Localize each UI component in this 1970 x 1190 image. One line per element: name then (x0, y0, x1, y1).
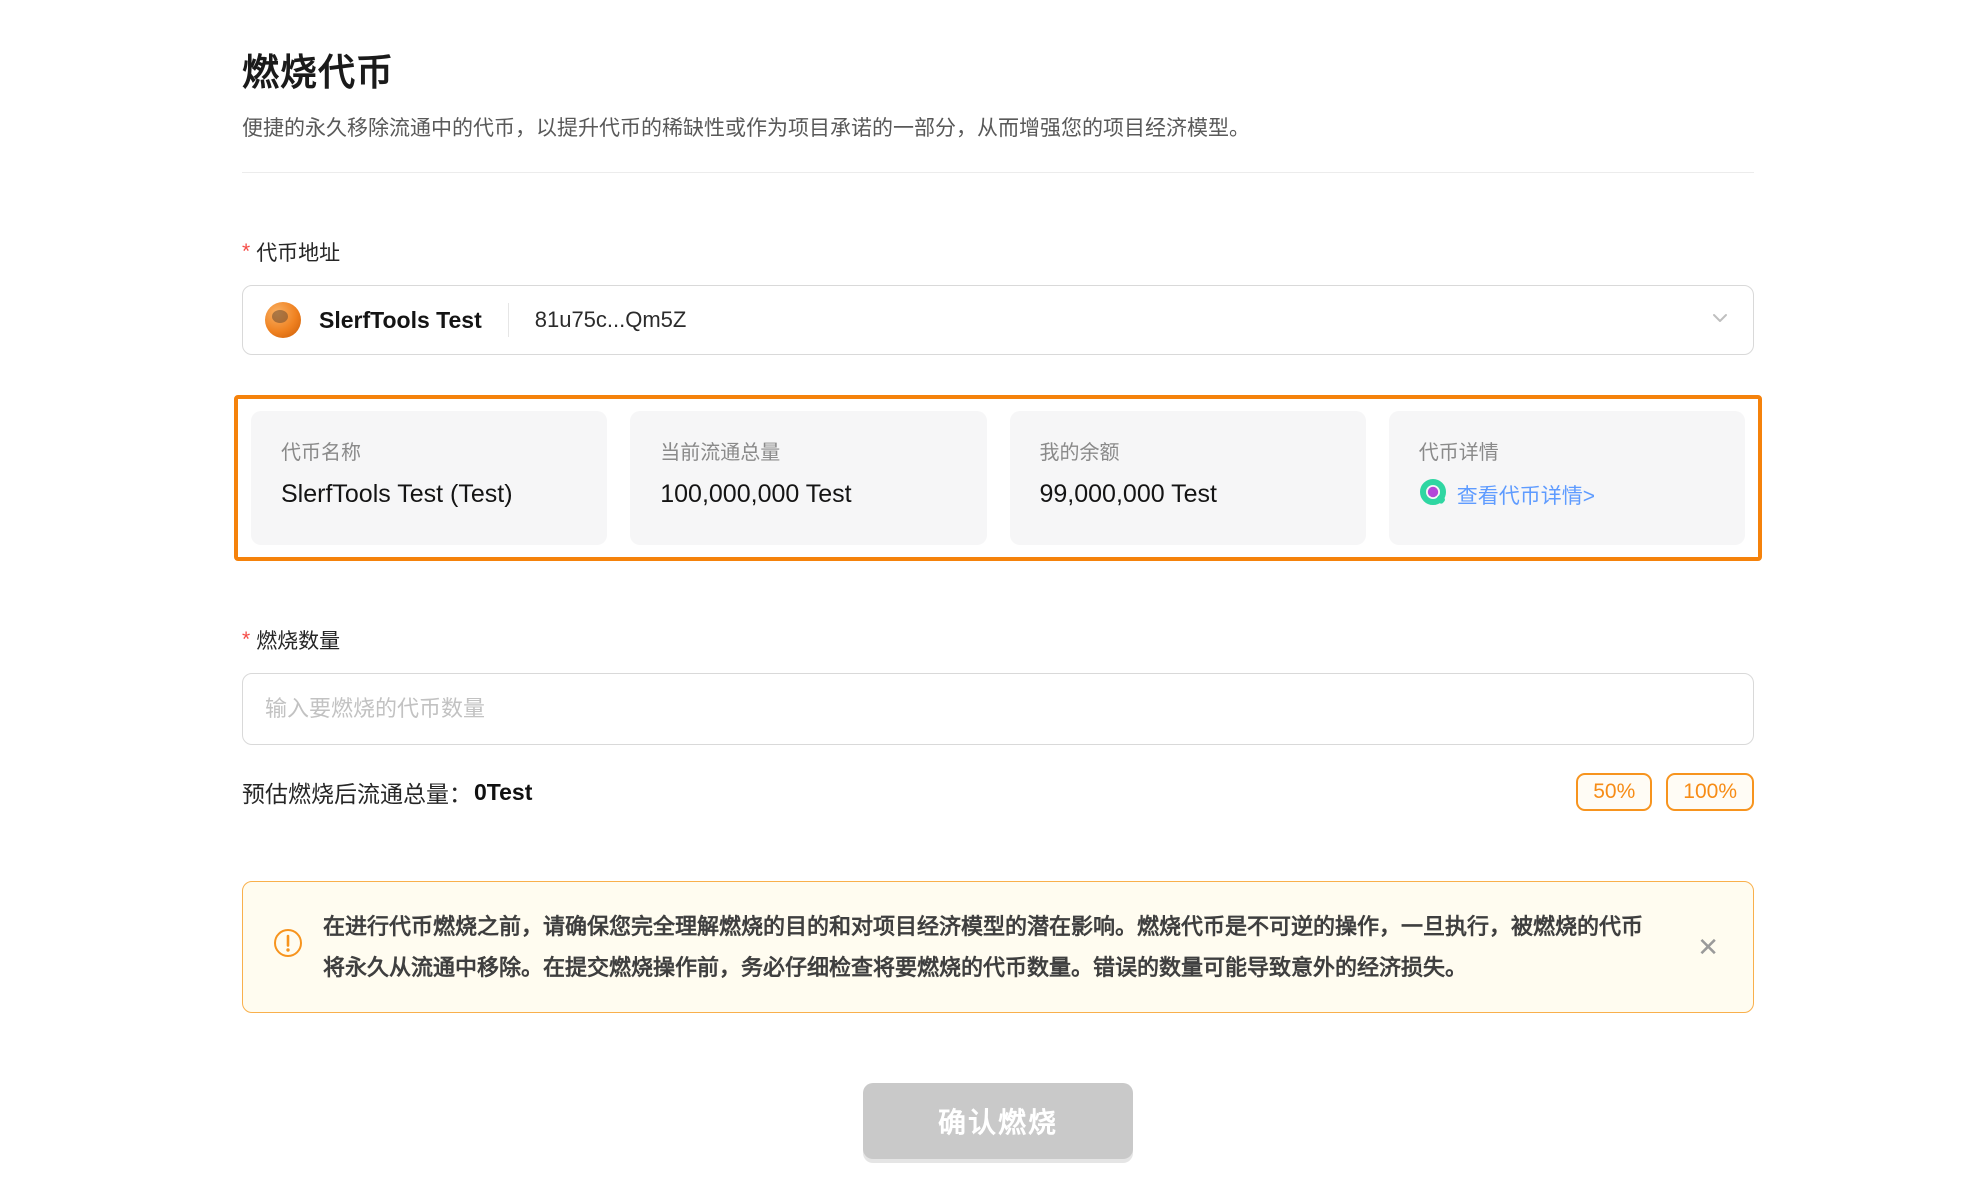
close-icon[interactable]: ✕ (1693, 930, 1723, 964)
card-label: 代币名称 (281, 436, 577, 465)
card-label: 代币详情 (1419, 436, 1715, 465)
card-total-supply: 当前流通总量 100,000,000 Test (630, 411, 986, 545)
token-info-highlight-box: 代币名称 SlerfTools Test (Test) 当前流通总量 100,0… (234, 395, 1762, 561)
required-asterisk: * (242, 240, 250, 264)
estimate-value: 0Test (474, 779, 532, 806)
token-address-label-text: 代币地址 (256, 237, 340, 267)
card-label: 我的余额 (1040, 436, 1336, 465)
token-select-dropdown[interactable]: SlerfTools Test 81u75c...Qm5Z (242, 285, 1754, 355)
card-token-name: 代币名称 SlerfTools Test (Test) (251, 411, 607, 545)
burn-amount-input[interactable] (242, 673, 1754, 745)
warning-icon (273, 928, 303, 963)
page-title: 燃烧代币 (242, 0, 1754, 96)
card-value: 100,000,000 Test (660, 480, 956, 509)
percent-50-button[interactable]: 50% (1576, 773, 1652, 811)
token-avatar (265, 302, 301, 338)
burn-amount-label-text: 燃烧数量 (256, 625, 340, 655)
page-subtitle: 便捷的永久移除流通中的代币，以提升代币的稀缺性或作为项目承诺的一部分，从而增强您… (242, 112, 1754, 142)
percent-100-button[interactable]: 100% (1666, 773, 1754, 811)
post-burn-estimate: 预估燃烧后流通总量： 0Test (242, 775, 532, 809)
explorer-icon (1419, 478, 1447, 511)
card-token-details: 代币详情 查看代币详情> (1389, 411, 1745, 545)
view-token-details-link[interactable]: 查看代币详情> (1457, 480, 1595, 510)
warning-text: 在进行代币燃烧之前，请确保您完全理解燃烧的目的和对项目经济模型的潜在影响。燃烧代… (323, 906, 1647, 988)
header-divider (242, 172, 1754, 173)
card-my-balance: 我的余额 99,000,000 Test (1010, 411, 1366, 545)
required-asterisk: * (242, 628, 250, 652)
confirm-burn-button[interactable]: 确认燃烧 (863, 1083, 1133, 1159)
burn-amount-label: * 燃烧数量 (242, 625, 1754, 655)
token-address-short: 81u75c...Qm5Z (535, 307, 687, 333)
estimate-label: 预估燃烧后流通总量： (242, 775, 472, 809)
card-value: SlerfTools Test (Test) (281, 480, 577, 509)
select-divider (508, 303, 509, 337)
burn-token-page: 燃烧代币 便捷的永久移除流通中的代币，以提升代币的稀缺性或作为项目承诺的一部分，… (242, 0, 1754, 1190)
card-value: 99,000,000 Test (1040, 480, 1336, 509)
token-name: SlerfTools Test (319, 307, 482, 334)
card-label: 当前流通总量 (660, 436, 956, 465)
burn-warning-alert: 在进行代币燃烧之前，请确保您完全理解燃烧的目的和对项目经济模型的潜在影响。燃烧代… (242, 881, 1754, 1013)
token-address-label: * 代币地址 (242, 237, 1754, 267)
chevron-down-icon (1709, 307, 1731, 334)
